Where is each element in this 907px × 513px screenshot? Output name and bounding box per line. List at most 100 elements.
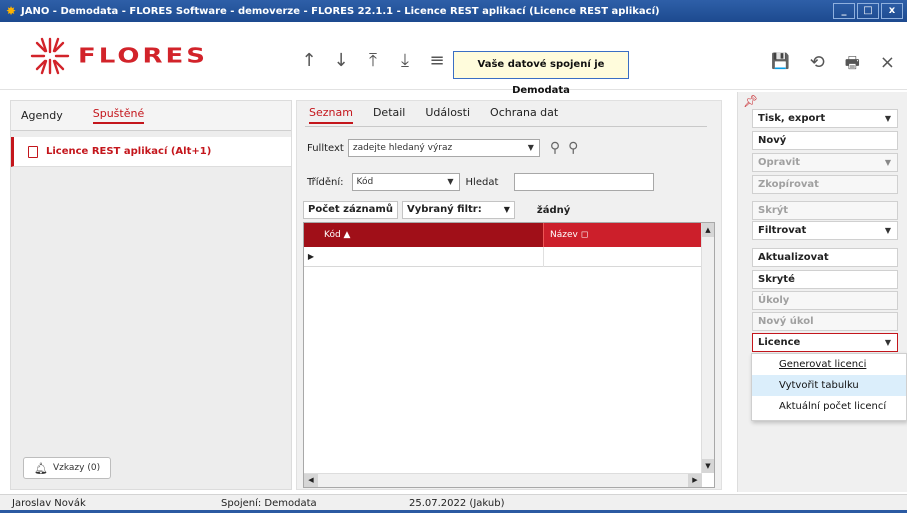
- close-icon[interactable]: ×: [880, 52, 895, 79]
- hidden-records-button[interactable]: Skryté: [752, 270, 898, 289]
- hide-button[interactable]: Skrýt: [752, 201, 898, 220]
- undo-icon[interactable]: ⟲: [810, 52, 825, 79]
- column-header-kod[interactable]: Kód ▲: [318, 223, 544, 247]
- chevron-down-icon[interactable]: ▼: [528, 143, 534, 152]
- actions-panel: 📌︎ Tisk, export ▼ Nový Opravit ▼ Zkopírova…: [737, 92, 907, 492]
- scroll-down-icon[interactable]: ▼: [702, 459, 714, 473]
- title-bar: ✸ JANO - Demodata - FLORES Software - de…: [0, 0, 907, 22]
- arrow-first-icon[interactable]: ⤒: [364, 52, 382, 70]
- licence-button[interactable]: Licence ▼: [752, 333, 898, 352]
- create-table-label: Vytvořit tabulku: [779, 380, 859, 391]
- status-date: 25.07.2022 (Jakub): [409, 498, 505, 509]
- sort-value: Kód: [356, 177, 374, 187]
- edit-label: Opravit: [758, 157, 801, 168]
- cell-kod[interactable]: [318, 247, 544, 267]
- print-export-button[interactable]: Tisk, export ▼: [752, 109, 898, 128]
- scroll-up-icon[interactable]: ▲: [702, 223, 714, 237]
- status-connection: Spojení: Demodata: [221, 498, 317, 509]
- print-export-label: Tisk, export: [758, 113, 826, 124]
- grid-header: Kód ▲ Název ◻: [304, 223, 702, 247]
- arrow-last-icon[interactable]: ⤓: [396, 52, 414, 70]
- fulltext-label: Fulltext: [307, 142, 344, 154]
- left-panel: Agendy Spuštěné Licence REST aplikací (A…: [10, 100, 292, 490]
- filter-button[interactable]: Filtrovat ▼: [752, 221, 898, 240]
- flores-wordmark: FLORES: [78, 44, 209, 68]
- chevron-down-icon: ▼: [884, 158, 891, 167]
- search-icon[interactable]: ⚲: [550, 140, 560, 156]
- toolbar-actions: 💾 ⟲ 🖶 ×: [771, 52, 895, 79]
- close-window-button[interactable]: x: [881, 3, 903, 19]
- document-icon: [28, 145, 38, 158]
- generate-licence-label: Generovat licenci: [779, 359, 867, 370]
- messages-label: Vzkazy (0): [52, 463, 101, 473]
- chevron-down-icon: ▼: [503, 205, 510, 214]
- menu-item-current-licence-count[interactable]: Aktuální počet licencí: [752, 396, 906, 417]
- search-input[interactable]: [514, 173, 655, 191]
- record-count-button[interactable]: Počet záznamů: [303, 201, 398, 219]
- toolbar: FLORES ↑ ↓ ⤒ ⤓ ≡ Vaše datové spojení je …: [0, 22, 907, 96]
- menu-item-create-table[interactable]: Vytvořit tabulku: [752, 375, 906, 396]
- minimize-button[interactable]: _: [833, 3, 855, 19]
- center-panel: Seznam Detail Události Ochrana dat Fullt…: [296, 100, 722, 490]
- tab-agendy[interactable]: Agendy: [21, 109, 63, 122]
- maximize-button[interactable]: □: [857, 3, 879, 19]
- current-licence-count-label: Aktuální počet licencí: [779, 401, 887, 412]
- fulltext-row: Fulltext zadejte hledaný výraz ▼ ⚲ ⚲: [307, 139, 578, 157]
- bell-icon: 🔔︎: [34, 461, 48, 475]
- table-row[interactable]: ▶: [304, 247, 702, 267]
- cell-nazev[interactable]: [544, 247, 702, 267]
- connection-banner: Vaše datové spojení je Demodata: [453, 51, 629, 96]
- horizontal-scrollbar[interactable]: ◀ ▶: [304, 473, 702, 487]
- flores-logo: FLORES: [28, 36, 208, 76]
- filter-value: žádný: [536, 204, 571, 216]
- scroll-right-icon[interactable]: ▶: [688, 474, 702, 487]
- filter-select[interactable]: Vybraný filtr: ▼: [401, 201, 515, 219]
- chevron-down-icon: ▼: [884, 226, 891, 235]
- licence-label: Licence: [758, 337, 801, 348]
- new-button[interactable]: Nový: [752, 131, 898, 150]
- tab-seznam[interactable]: Seznam: [309, 106, 353, 124]
- column-header-nazev[interactable]: Název ◻: [544, 223, 702, 247]
- sort-row: Třídění: Kód ▼ Hledat: [307, 173, 655, 191]
- flores-window: ✸ JANO - Demodata - FLORES Software - de…: [0, 0, 907, 513]
- row-indicator-icon: ▶: [307, 252, 315, 261]
- flores-star-icon: [30, 37, 70, 75]
- window-title: JANO - Demodata - FLORES Software - demo…: [21, 5, 660, 17]
- tasks-button[interactable]: Úkoly: [752, 291, 898, 310]
- tab-divider: [305, 126, 707, 127]
- copy-button[interactable]: Zkopírovat: [752, 175, 898, 194]
- center-tabs: Seznam Detail Události Ochrana dat: [309, 106, 558, 124]
- menu-icon[interactable]: ≡: [428, 52, 446, 70]
- running-agenda-item[interactable]: Licence REST aplikací (Alt+1): [11, 137, 291, 167]
- grid-toolbar: Počet záznamů Vybraný filtr: ▼ žádný: [303, 201, 570, 219]
- scroll-left-icon[interactable]: ◀: [304, 474, 318, 487]
- save-icon[interactable]: 💾: [771, 52, 790, 79]
- arrow-down-icon[interactable]: ↓: [332, 52, 350, 70]
- chevron-down-icon: ▼: [884, 114, 891, 123]
- edit-button[interactable]: Opravit ▼: [752, 153, 898, 172]
- advanced-search-icon[interactable]: ⚲: [568, 140, 578, 156]
- running-agenda-label: Licence REST aplikací (Alt+1): [46, 146, 212, 157]
- vertical-scrollbar[interactable]: ▲ ▼: [701, 223, 714, 473]
- print-icon[interactable]: 🖶: [845, 52, 860, 79]
- menu-item-generate-licence[interactable]: Generovat licenci: [752, 354, 906, 375]
- search-label: Hledat: [465, 176, 499, 188]
- tab-spustene[interactable]: Spuštěné: [92, 107, 145, 124]
- status-user: Jaroslav Novák: [12, 498, 86, 509]
- new-task-button[interactable]: Nový úkol: [752, 312, 898, 331]
- licence-dropdown-menu: Generovat licenci Vytvořit tabulku Aktuá…: [751, 353, 907, 421]
- refresh-button[interactable]: Aktualizovat: [752, 248, 898, 267]
- filter-button-label: Filtrovat: [758, 225, 807, 236]
- sort-label: Třídění:: [307, 176, 344, 188]
- sort-select[interactable]: Kód ▼: [351, 173, 460, 191]
- records-grid[interactable]: Kód ▲ Název ◻ ▶ ▲ ▼ ◀ ▶: [303, 222, 715, 488]
- tab-detail[interactable]: Detail: [373, 106, 405, 124]
- tab-ochrana-dat[interactable]: Ochrana dat: [490, 106, 558, 124]
- chevron-down-icon[interactable]: ▼: [447, 177, 453, 186]
- pin-icon[interactable]: 📌︎: [743, 94, 758, 108]
- arrow-up-icon[interactable]: ↑: [300, 52, 318, 70]
- chevron-down-icon: ▼: [884, 338, 891, 347]
- tab-udalosti[interactable]: Události: [425, 106, 470, 124]
- messages-button[interactable]: 🔔︎ Vzkazy (0): [23, 457, 111, 479]
- fulltext-input[interactable]: zadejte hledaný výraz ▼: [347, 139, 540, 157]
